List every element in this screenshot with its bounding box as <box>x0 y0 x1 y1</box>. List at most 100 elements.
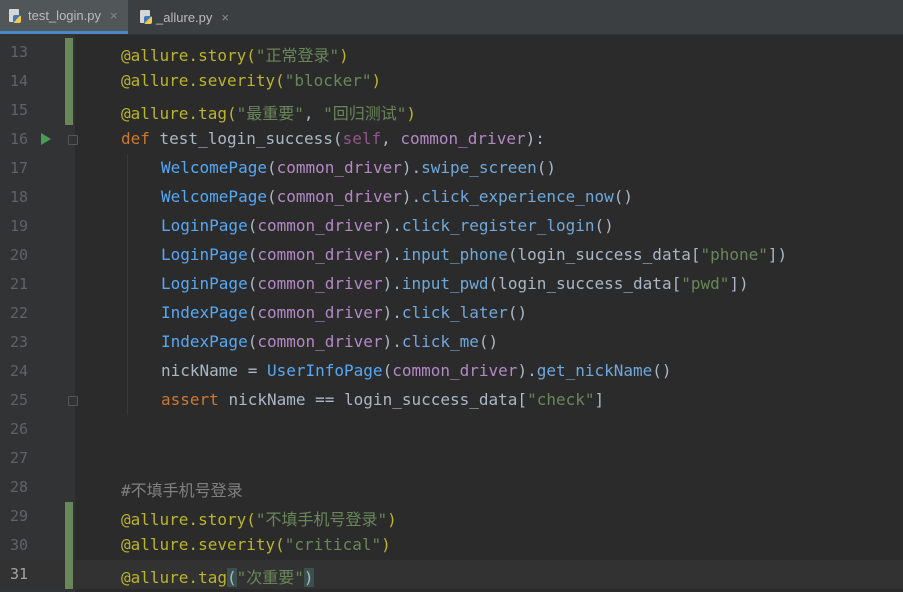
code-line[interactable]: 24 nickName = UserInfoPage(common_driver)… <box>0 357 903 386</box>
indent-guide <box>127 357 128 386</box>
code-token: ). <box>401 187 422 206</box>
code-token: IndexPage <box>161 332 248 351</box>
code-text: #不填手机号登录 <box>121 477 243 501</box>
code-token: common_driver <box>257 332 383 351</box>
code-token: click_me <box>401 332 479 351</box>
code-token: ( <box>266 187 277 206</box>
code-token: @allure.story( <box>121 510 256 529</box>
code-line[interactable]: 31 @allure.tag("次重要") <box>0 560 903 589</box>
tab-allure[interactable]: _allure.py × <box>131 0 237 34</box>
code-token: ( <box>247 245 258 264</box>
code-text: LoginPage(common_driver).input_pwd(login… <box>161 274 749 293</box>
fold-marker-icon[interactable] <box>68 396 78 406</box>
line-number: 18 <box>9 188 28 206</box>
code-text: @allure.story("不填手机号登录") <box>121 506 397 530</box>
code-token: ) <box>371 71 382 90</box>
code-line[interactable]: 21 LoginPage(common_driver).input_pwd(log… <box>0 270 903 299</box>
code-token: ( <box>247 274 258 293</box>
code-token: ]) <box>767 245 788 264</box>
code-line[interactable]: 15 @allure.tag("最重要", "回归测试") <box>0 96 903 125</box>
code-token: nickName == login_success_data[ <box>228 390 528 409</box>
indent-guide <box>127 183 128 212</box>
code-token: "blocker" <box>284 71 372 90</box>
code-token: LoginPage <box>161 216 248 235</box>
close-icon[interactable]: × <box>110 8 118 23</box>
code-line[interactable]: 18 WelcomePage(common_driver).click_exper… <box>0 183 903 212</box>
python-file-icon <box>8 8 22 23</box>
code-editor[interactable]: 13 @allure.story("正常登录") 14 @allure.severit… <box>0 35 903 592</box>
code-token: ). <box>382 332 402 351</box>
code-line[interactable]: 14 @allure.severity("blocker") <box>0 67 903 96</box>
code-token: () <box>507 303 528 322</box>
code-token: LoginPage <box>161 274 248 293</box>
change-marker[interactable] <box>65 502 73 531</box>
change-marker[interactable] <box>65 67 73 96</box>
code-token: ). <box>382 245 402 264</box>
code-text: nickName = UserInfoPage(common_driver).g… <box>161 361 672 380</box>
code-token: ) <box>339 46 349 65</box>
fold-marker-icon[interactable] <box>68 135 78 145</box>
code-line[interactable]: 26 <box>0 415 903 444</box>
code-line[interactable]: 29 @allure.story("不填手机号登录") <box>0 502 903 531</box>
code-token: input_phone <box>401 245 508 264</box>
code-line[interactable]: 27 <box>0 444 903 473</box>
change-marker[interactable] <box>65 531 73 560</box>
code-text: LoginPage(common_driver).click_register_… <box>161 216 614 235</box>
change-marker[interactable] <box>65 96 73 125</box>
line-number: 16 <box>9 130 28 148</box>
code-token: (login_success_data[ <box>488 274 682 293</box>
run-gutter-icon[interactable] <box>41 133 51 145</box>
code-token: ) <box>381 535 391 554</box>
line-number: 14 <box>9 72 28 90</box>
change-marker[interactable] <box>65 38 73 67</box>
line-number: 21 <box>9 275 28 293</box>
code-text: @allure.tag("最重要", "回归测试") <box>121 100 416 124</box>
code-token: click_later <box>401 303 508 322</box>
code-token: common_driver <box>276 158 402 177</box>
code-token: , <box>381 129 401 148</box>
code-token: () <box>594 216 614 235</box>
code-line[interactable]: 17 WelcomePage(common_driver).swipe_scree… <box>0 154 903 183</box>
code-token: ( <box>247 332 258 351</box>
code-line[interactable]: 30 @allure.severity("critical") <box>0 531 903 560</box>
code-token: (login_success_data[ <box>507 245 701 264</box>
code-token: ] <box>594 390 605 409</box>
line-number: 19 <box>9 217 28 235</box>
code-token: ). <box>382 274 402 293</box>
code-text: @allure.tag("次重要") <box>121 564 314 588</box>
code-token: click_register_login <box>401 216 595 235</box>
code-text: WelcomePage(common_driver).swipe_screen(… <box>161 158 556 177</box>
code-text: assert nickName == login_success_data["c… <box>161 390 604 409</box>
tab-label: test_login.py <box>28 8 101 23</box>
code-line[interactable]: 22 IndexPage(common_driver).click_later() <box>0 299 903 328</box>
code-token: IndexPage <box>161 303 248 322</box>
code-line[interactable]: 16 def test_login_success(self, common_dr… <box>0 125 903 154</box>
code-token: def <box>121 129 160 148</box>
editor-tab-bar: test_login.py × _allure.py × <box>0 0 903 35</box>
code-line[interactable]: 28 #不填手机号登录 <box>0 473 903 502</box>
code-token: common_driver <box>257 303 383 322</box>
code-token: nickName = <box>161 361 267 380</box>
code-line[interactable]: 20 LoginPage(common_driver).input_phone(l… <box>0 241 903 270</box>
code-token: "最重要" <box>236 104 304 123</box>
indent-guide <box>127 270 128 299</box>
code-line[interactable]: 23 IndexPage(common_driver).click_me() <box>0 328 903 357</box>
code-text: @allure.story("正常登录") <box>121 42 349 66</box>
code-token: () <box>652 361 672 380</box>
code-line[interactable]: 13 @allure.story("正常登录") <box>0 38 903 67</box>
code-token: swipe_screen <box>421 158 537 177</box>
code-line[interactable]: 19 LoginPage(common_driver).click_registe… <box>0 212 903 241</box>
line-number: 23 <box>9 333 28 351</box>
tab-test-login[interactable]: test_login.py × <box>0 0 128 34</box>
code-token: ( <box>247 303 258 322</box>
change-marker[interactable] <box>65 560 73 589</box>
code-token: get_nickName <box>536 361 653 380</box>
code-token: "check" <box>527 390 595 409</box>
code-text: LoginPage(common_driver).input_phone(log… <box>161 245 787 264</box>
python-file-icon <box>139 10 152 24</box>
line-number: 24 <box>9 362 28 380</box>
code-token: () <box>478 332 499 351</box>
code-token: common_driver <box>400 129 526 148</box>
code-line[interactable]: 25 assert nickName == login_success_data[… <box>0 386 903 415</box>
close-icon[interactable]: × <box>221 10 229 25</box>
